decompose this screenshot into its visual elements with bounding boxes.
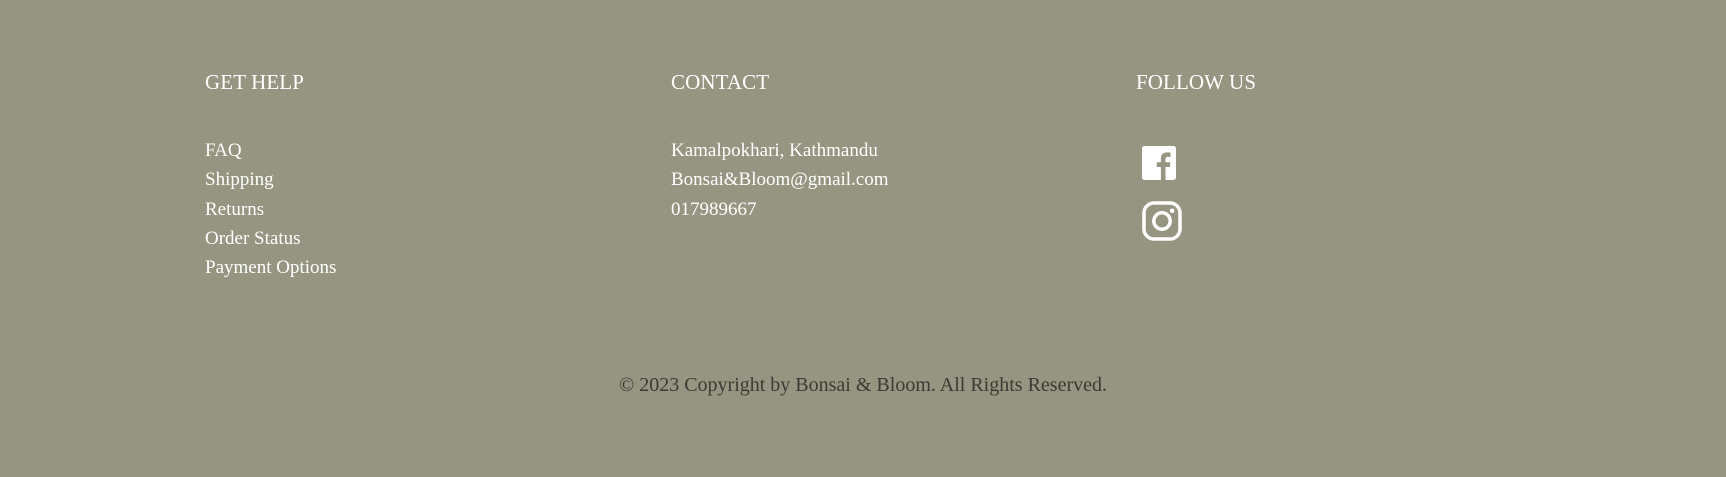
follow-us-title: FOLLOW US [1136,70,1257,94]
help-link-returns[interactable]: Returns [205,195,336,224]
contact-email: Bonsai&Bloom@gmail.com [671,169,889,191]
contact-title: CONTACT [671,70,770,94]
instagram-icon [1142,201,1182,241]
get-help-links: FAQ Shipping Returns Order Status Paymen… [205,136,336,282]
help-link-shipping[interactable]: Shipping [205,165,336,194]
payment-options-link[interactable]: Payment Options [205,257,336,278]
get-help-column: GET HELP FAQ Shipping Returns Order Stat… [205,67,336,278]
help-link-order-status[interactable]: Order Status [205,224,336,253]
follow-us-column: FOLLOW US [1136,67,1257,241]
contact-address: Kamalpokhari, Kathmandu [671,140,878,161]
social-links [1142,146,1182,256]
copyright-text: © 2023 Copyright by Bonsai & Bloom. All … [619,374,1107,396]
contact-phone: 017989667 [671,198,757,220]
instagram-link[interactable] [1142,201,1182,241]
facebook-link[interactable] [1142,146,1182,186]
contact-column: CONTACT Kamalpokhari, Kathmandu Bonsai&B… [671,67,889,220]
facebook-icon [1142,146,1176,180]
help-link-payment-options[interactable]: Payment Options [205,253,336,282]
contact-details: Kamalpokhari, Kathmandu Bonsai&Bloom@gma… [671,136,889,224]
site-footer: GET HELP FAQ Shipping Returns Order Stat… [0,0,1726,477]
order-status-link[interactable]: Order Status [205,228,301,249]
faq-link[interactable]: FAQ [205,140,242,161]
returns-link[interactable]: Returns [205,199,264,220]
shipping-link[interactable]: Shipping [205,169,274,190]
get-help-title: GET HELP [205,70,304,94]
help-link-faq[interactable]: FAQ [205,136,336,165]
